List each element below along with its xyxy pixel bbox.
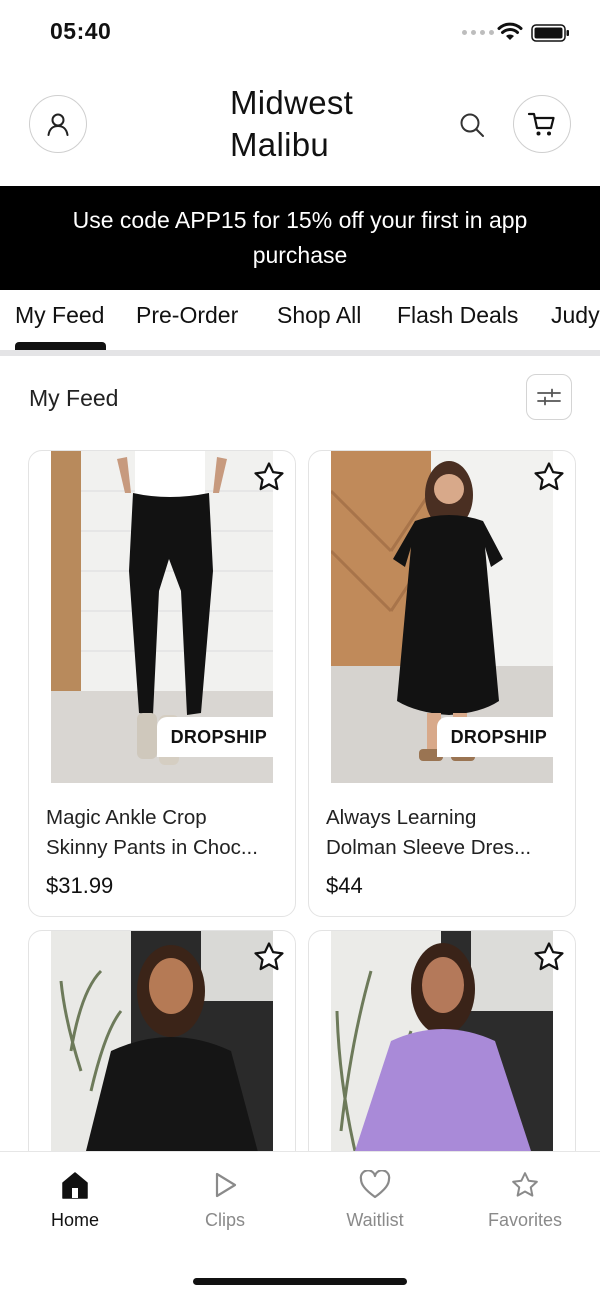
wifi-icon bbox=[497, 22, 523, 40]
play-icon bbox=[215, 1172, 237, 1198]
battery-icon bbox=[531, 24, 569, 42]
product-title-line-2: Skinny Pants in Choc... bbox=[46, 836, 258, 859]
favorite-button[interactable] bbox=[531, 939, 567, 975]
search-icon bbox=[460, 113, 484, 137]
product-title-line-1: Magic Ankle Crop bbox=[46, 806, 207, 829]
nav-favorites-label: Favorites bbox=[487, 1210, 563, 1230]
filter-button[interactable] bbox=[526, 374, 572, 420]
promo-banner[interactable]: Use code APP15 for 15% off your first in… bbox=[0, 186, 600, 290]
star-icon bbox=[534, 942, 564, 971]
status-time: 05:40 bbox=[50, 18, 112, 44]
home-icon bbox=[62, 1172, 88, 1199]
nav-home-label: Home bbox=[50, 1210, 99, 1230]
nav-favorites[interactable]: Favorites bbox=[465, 1170, 585, 1231]
product-card[interactable]: DROPSHIP Magic Ankle Crop Skinny Pants i… bbox=[28, 450, 296, 917]
signal-icon bbox=[462, 30, 494, 35]
favorite-button[interactable] bbox=[531, 459, 567, 495]
tab-pre-order[interactable]: Pre-Order bbox=[136, 302, 238, 329]
star-icon bbox=[254, 942, 284, 971]
heart-icon bbox=[359, 1170, 391, 1199]
tab-my-feed[interactable]: My Feed bbox=[15, 302, 104, 329]
search-button[interactable] bbox=[457, 110, 487, 140]
tab-flash-deals[interactable]: Flash Deals bbox=[397, 302, 518, 329]
promo-text: Use code APP15 for 15% off your first in… bbox=[72, 207, 528, 268]
product-price: $31.99 bbox=[46, 873, 114, 898]
product-title-line-2: Dolman Sleeve Dres... bbox=[326, 836, 532, 859]
dropship-badge: DROPSHIP bbox=[436, 717, 561, 757]
nav-waitlist[interactable]: Waitlist bbox=[315, 1170, 435, 1231]
product-price: $44 bbox=[326, 873, 363, 898]
active-tab-indicator bbox=[15, 342, 106, 350]
star-icon bbox=[534, 462, 564, 491]
bottom-nav: Home Clips Waitlist Favorites bbox=[0, 1151, 600, 1299]
product-title[interactable]: Always Learning Dolman Sleeve Dres... bbox=[326, 803, 562, 863]
sliders-icon bbox=[537, 388, 561, 406]
nav-clips-label: Clips bbox=[204, 1210, 245, 1230]
star-icon bbox=[254, 462, 284, 491]
tab-shop-all[interactable]: Shop All bbox=[277, 302, 361, 329]
nav-clips[interactable]: Clips bbox=[165, 1170, 285, 1231]
app-header: Midwest Malibu bbox=[0, 66, 600, 186]
cart-icon bbox=[527, 112, 555, 136]
account-button[interactable] bbox=[29, 95, 87, 153]
star-icon bbox=[512, 1172, 538, 1197]
brand-line-2: Malibu bbox=[230, 126, 330, 163]
tab-judy[interactable]: Judy bbox=[551, 302, 600, 329]
brand-logo[interactable]: Midwest Malibu bbox=[230, 82, 430, 166]
nav-home[interactable]: Home bbox=[15, 1170, 135, 1231]
product-card[interactable]: DROPSHIP Always Learning Dolman Sleeve D… bbox=[308, 450, 576, 917]
cart-button[interactable] bbox=[513, 95, 571, 153]
user-icon bbox=[47, 113, 69, 136]
product-title[interactable]: Magic Ankle Crop Skinny Pants in Choc... bbox=[46, 803, 282, 863]
favorite-button[interactable] bbox=[251, 459, 287, 495]
section-title: My Feed bbox=[29, 385, 119, 411]
dropship-badge: DROPSHIP bbox=[156, 717, 281, 757]
favorite-button[interactable] bbox=[251, 939, 287, 975]
status-bar: 05:40 bbox=[0, 0, 600, 66]
product-title-line-1: Always Learning bbox=[326, 806, 477, 829]
home-indicator bbox=[193, 1278, 407, 1285]
nav-waitlist-label: Waitlist bbox=[346, 1210, 404, 1230]
brand-line-1: Midwest bbox=[230, 84, 354, 121]
category-tabs: My Feed Pre-Order Shop All Flash Deals J… bbox=[0, 290, 600, 356]
